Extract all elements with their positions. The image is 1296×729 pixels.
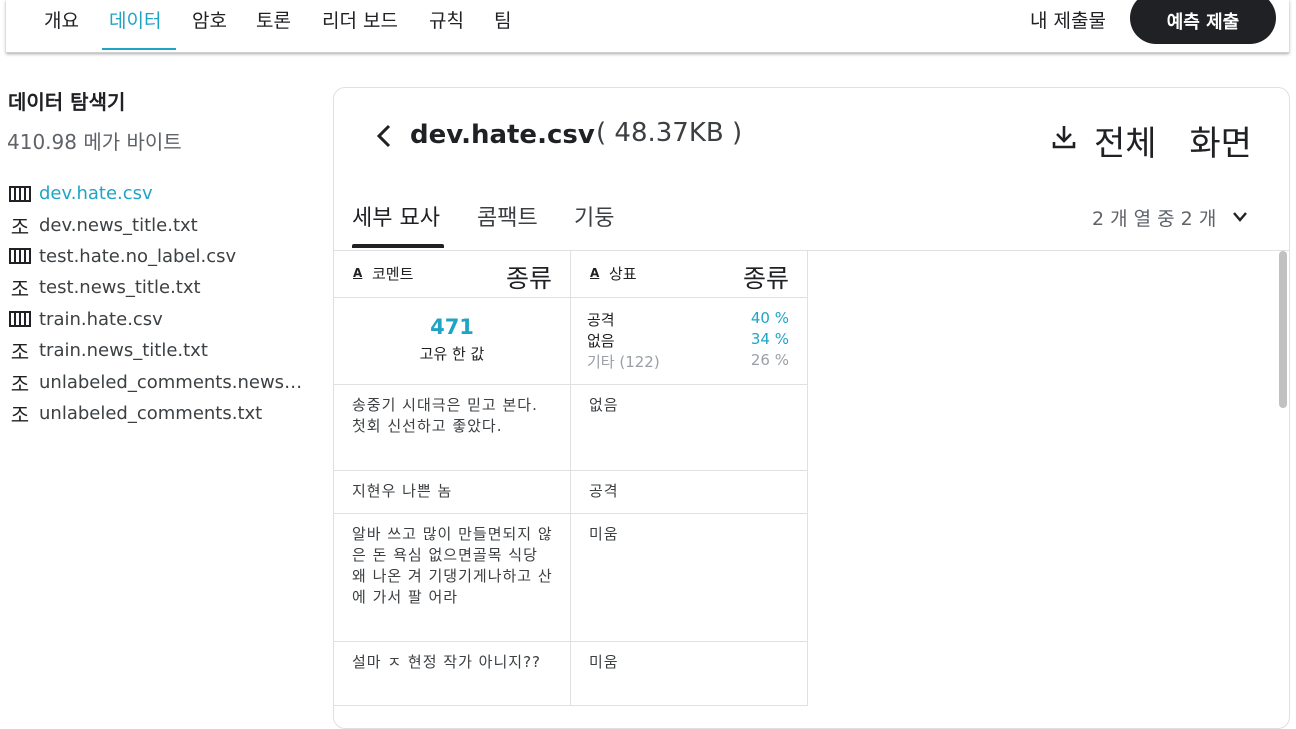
- submit-predictions-button[interactable]: 예측 제출: [1130, 0, 1276, 44]
- text-file-icon: 조: [10, 214, 30, 239]
- string-type-icon: A: [590, 266, 600, 280]
- table-cell: 미움: [571, 514, 807, 642]
- string-type-icon: A: [353, 266, 363, 280]
- table-icon: [8, 185, 32, 202]
- distribution-percent: 34 %: [750, 330, 789, 348]
- table-cell: 설마 ㅈ 현정 작가 아니지??: [334, 642, 570, 706]
- file-name: test.news_title.txt: [39, 277, 201, 299]
- text-file-icon: 조: [10, 402, 30, 427]
- column-name: 상표: [609, 265, 637, 283]
- active-tab-indicator: [102, 48, 176, 50]
- column-header[interactable]: A 상표 종류: [571, 251, 807, 298]
- distribution-percent: 26 %: [750, 351, 789, 369]
- column-type: 종류: [742, 264, 789, 293]
- file-name: train.hate.csv: [39, 308, 163, 330]
- top-navigation: 개요 데이터 암호 토론 리더 보드 규칙 팀 내 제출물 예측 제출: [6, 0, 1289, 53]
- column-comment: A 코멘트 종류 471 고유 한 값 송중기 시대극은 믿고 본다. 첫회 신…: [334, 251, 571, 706]
- column-count-selector[interactable]: 2 개 열 중 2 개: [1092, 204, 1216, 231]
- table-cell: 없음: [571, 385, 807, 471]
- table-cell: 지현우 나쁜 놈: [334, 471, 570, 514]
- file-name: dev.hate.csv: [39, 183, 153, 205]
- tab-compact[interactable]: 콤팩트: [477, 200, 538, 232]
- tab-data[interactable]: 데이터: [109, 6, 161, 33]
- dataset-size: 410.98 메가 바이트: [7, 130, 182, 154]
- table-cell: 미움: [571, 642, 807, 706]
- column-label: A 상표 종류 공격 40 % 없음 34 % 기타 (122) 26 % 없음: [571, 251, 808, 706]
- chevron-down-icon[interactable]: [1232, 210, 1248, 224]
- tab-overview[interactable]: 개요: [44, 6, 79, 33]
- file-name: dev.news_title.txt: [39, 214, 198, 236]
- file-item[interactable]: test.hate.no_label.csv: [8, 241, 308, 272]
- text-file-icon: 조: [10, 371, 30, 396]
- my-submissions-link[interactable]: 내 제출물: [1030, 6, 1106, 33]
- table-icon: [8, 311, 32, 328]
- tab-rules[interactable]: 규칙: [429, 6, 464, 33]
- chevron-left-icon[interactable]: [374, 122, 394, 150]
- file-preview-panel: dev.hate.csv ( 48.37KB ) 전체 화면 세부 묘사 콤팩트…: [333, 87, 1290, 729]
- table-cell: 알바 쓰고 많이 만들면되지 않은 돈 욕심 없으면골목 식당 왜 나온 겨 기…: [334, 514, 570, 642]
- tab-code[interactable]: 암호: [192, 6, 227, 33]
- file-item[interactable]: dev.hate.csv: [8, 178, 308, 209]
- column-summary: 471 고유 한 값: [334, 298, 570, 385]
- distribution-row: 없음 34 %: [587, 330, 789, 351]
- unique-value-count: 471: [430, 315, 474, 339]
- text-file-icon: 조: [10, 277, 30, 302]
- fullscreen-button[interactable]: 전체 화면: [1094, 116, 1252, 165]
- file-item[interactable]: 조 unlabeled_comments.txt: [8, 398, 308, 429]
- distribution-label: 기타 (122): [587, 353, 660, 371]
- tab-leaderboard[interactable]: 리더 보드: [322, 6, 398, 33]
- file-item[interactable]: 조 unlabeled_comments.news_...: [8, 366, 308, 397]
- column-summary: 공격 40 % 없음 34 % 기타 (122) 26 %: [571, 298, 807, 385]
- active-subtab-indicator: [352, 244, 444, 248]
- table-icon: [8, 248, 32, 265]
- column-name: 코멘트: [372, 265, 414, 283]
- vertical-scrollbar[interactable]: [1279, 251, 1287, 408]
- file-name: unlabeled_comments.news_...: [39, 371, 307, 393]
- file-list: dev.hate.csv 조 dev.news_title.txt test.h…: [8, 178, 308, 429]
- unique-value-label: 고유 한 값: [419, 345, 485, 363]
- text-file-icon: 조: [10, 340, 30, 365]
- file-item[interactable]: train.hate.csv: [8, 304, 308, 335]
- tab-team[interactable]: 팀: [494, 6, 511, 33]
- column-type: 종류: [505, 264, 552, 293]
- distribution-label: 공격: [587, 311, 615, 329]
- distribution-row: 기타 (122) 26 %: [587, 351, 789, 372]
- file-name: test.hate.no_label.csv: [39, 245, 237, 267]
- download-icon[interactable]: [1052, 124, 1076, 150]
- file-item[interactable]: 조 test.news_title.txt: [8, 272, 308, 303]
- table-cell: 송중기 시대극은 믿고 본다. 첫회 신선하고 좋았다.: [334, 385, 570, 471]
- file-item[interactable]: 조 dev.news_title.txt: [8, 209, 308, 240]
- tab-detail[interactable]: 세부 묘사: [352, 200, 440, 232]
- file-name: train.news_title.txt: [39, 340, 208, 362]
- file-size: ( 48.37KB ): [596, 118, 743, 148]
- distribution-label: 없음: [587, 332, 615, 350]
- file-title: dev.hate.csv: [410, 120, 595, 150]
- distribution-percent: 40 %: [750, 309, 789, 327]
- tab-discussion[interactable]: 토론: [256, 6, 291, 33]
- distribution-row: 공격 40 %: [587, 309, 789, 330]
- data-explorer-title: 데이터 탐색기: [8, 90, 126, 114]
- column-header[interactable]: A 코멘트 종류: [334, 251, 570, 298]
- file-name: unlabeled_comments.txt: [39, 402, 263, 424]
- tab-column[interactable]: 기둥: [574, 200, 614, 232]
- table-cell: 공격: [571, 471, 807, 514]
- file-item[interactable]: 조 train.news_title.txt: [8, 335, 308, 366]
